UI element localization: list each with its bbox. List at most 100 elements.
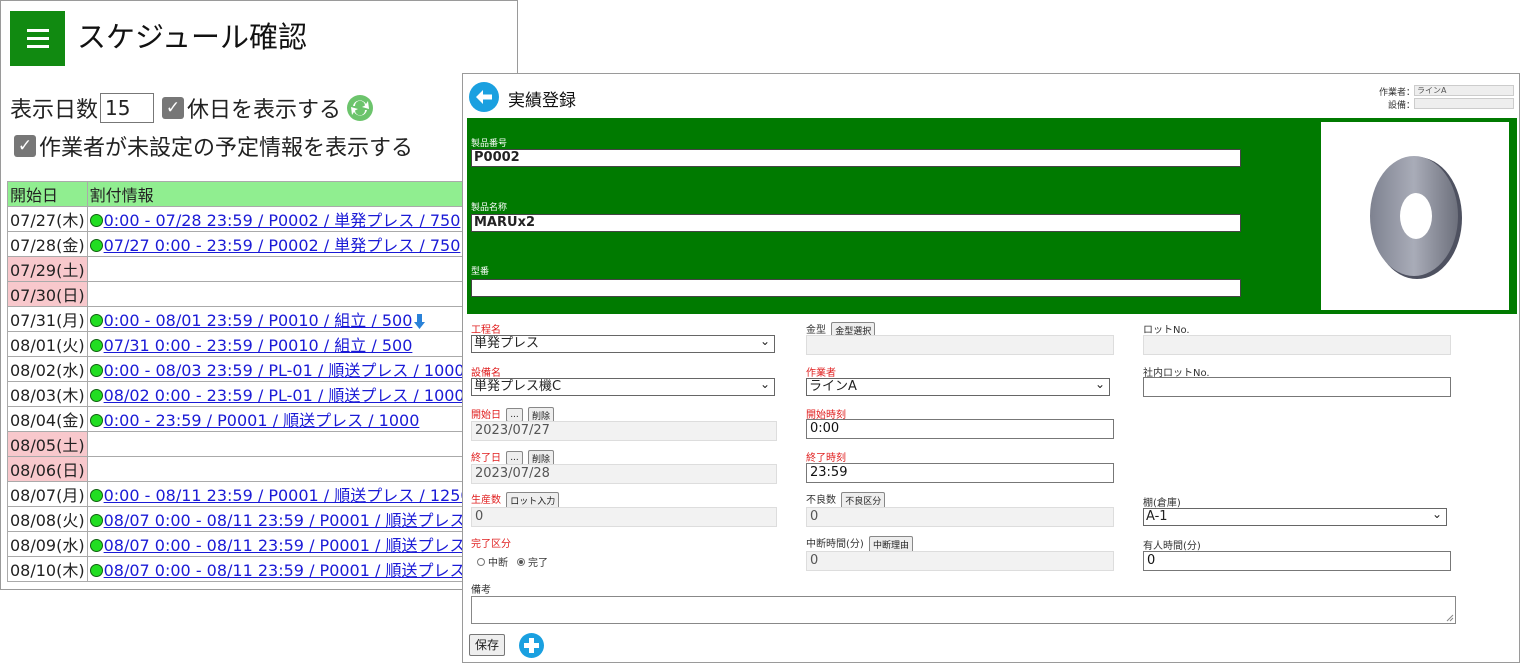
status-dot-icon [89,414,103,427]
product-no-label: 製品番号 [471,139,508,149]
shelf-select[interactable]: A-1 [1143,506,1447,526]
assignment-link[interactable]: 0:00 - 23:59 / P0001 / 順送プレス / 1000 [104,411,420,430]
schedule-table: 開始日 割付情報 07/27(木) 0:00 - 07/28 23:59 / P0… [7,181,517,582]
assignment-link[interactable]: 08/07 0:00 - 08/11 23:59 / P0001 / 順送プレス… [104,561,492,580]
column-header-start-date: 開始日 [7,181,88,207]
table-row: 08/06(日) [7,456,517,482]
end-date-label: 終了日 [471,453,501,464]
operator-select[interactable]: ラインA [806,376,1110,396]
assignment-link[interactable]: 0:00 - 08/01 23:59 / P0010 / 組立 / 500 [104,311,413,330]
show-unassigned-checkbox[interactable]: ✓ [14,135,36,157]
interrupt-radio-label: 中断 [488,558,508,569]
start-date-cell: 08/08(火) [7,506,88,532]
table-row: 08/08(火) 08/07 0:00 - 08/11 23:59 / P0001… [7,506,517,532]
display-options: 表示日数 15 ✓ 休日を表示する [10,91,375,125]
page-title: スケジュール確認 [77,20,307,54]
table-row: 08/05(土) [7,431,517,457]
complete-radio[interactable] [517,557,525,566]
show-holidays-checkbox[interactable]: ✓ [162,97,185,119]
assignment-link[interactable]: 0:00 - 08/11 23:59 / P0001 / 順送プレス / 125… [104,486,471,505]
status-dot-icon [89,214,103,227]
result-title: 実績登録 [508,91,576,111]
assignment-link[interactable]: 0:00 - 07/28 23:59 / P0002 / 単発プレス / 750 [104,211,461,230]
table-row: 07/28(金) 07/27 0:00 - 23:59 / P0002 / 単発プ… [7,231,517,257]
start-time-input[interactable]: 0:00 [806,419,1114,439]
table-row: 08/07(月) 0:00 - 08/11 23:59 / P0001 / 順送プ… [7,481,517,507]
assignment-cell [86,431,517,457]
assignment-cell [86,281,517,307]
schedule-table-body: 07/27(木) 0:00 - 07/28 23:59 / P0002 / 単発プ… [7,206,517,582]
back-arrow-icon[interactable] [469,82,499,112]
end-date-picker-button[interactable]: ... [506,451,523,465]
table-row: 08/09(水) 08/07 0:00 - 08/11 23:59 / P0001… [7,531,517,557]
assignment-link[interactable]: 08/07 0:00 - 08/11 23:59 / P0001 / 順送プレス… [104,536,492,555]
assignment-cell [86,256,517,282]
status-dot-icon [89,364,103,377]
assignment-cell: 0:00 - 23:59 / P0001 / 順送プレス / 1000 [86,406,517,432]
table-row: 08/04(金) 0:00 - 23:59 / P0001 / 順送プレス / 1… [7,406,517,432]
start-date-cell: 08/06(日) [7,456,88,482]
process-select[interactable]: 単発プレス [471,333,775,353]
mold-field [806,335,1114,355]
produced-row: 生産数 ロット入力 [471,491,560,509]
machine-select[interactable]: 単発プレス機C [471,376,775,396]
product-name-field[interactable]: MARUx2 [471,214,1241,232]
remarks-textarea[interactable] [471,596,1456,624]
interrupt-radio[interactable] [477,557,485,566]
days-input[interactable]: 15 [100,93,155,123]
operator-label: 作業者 [806,368,836,379]
status-dot-icon [89,514,103,527]
start-date-cell: 08/09(水) [7,531,88,557]
interrupt-reason-button[interactable]: 中断理由 [869,535,914,553]
produced-field: 0 [471,507,777,527]
defect-category-button[interactable]: 不良区分 [841,491,886,509]
start-date-cell: 08/05(土) [7,431,88,457]
assignment-link[interactable]: 07/31 0:00 - 23:59 / P0010 / 組立 / 500 [104,336,413,355]
status-dot-icon [89,539,103,552]
table-row: 07/31(月) 0:00 - 08/01 23:59 / P0010 / 組立 … [7,306,517,332]
lot-input-button[interactable]: ロット入力 [506,491,560,509]
internal-lot-input[interactable] [1143,377,1451,397]
process-label: 工程名 [471,325,501,336]
resize-handle-icon[interactable] [1446,614,1454,622]
table-row: 07/27(木) 0:00 - 07/28 23:59 / P0002 / 単発プ… [7,206,517,232]
start-date-field: 2023/07/27 [471,421,777,441]
product-no-field[interactable]: P0002 [471,149,1241,167]
hamburger-menu-icon[interactable] [10,11,65,66]
schedule-window: スケジュール確認 表示日数 15 ✓ 休日を表示する ✓ 作業者が未設定の予定情… [0,0,518,590]
start-date-cell: 07/31(月) [7,306,88,332]
add-circle-icon[interactable] [519,633,544,658]
manned-time-label: 有人時間(分) [1143,541,1201,552]
shelf-label: 棚(倉庫) [1143,498,1181,509]
equipment-label: 設備： [1387,101,1415,111]
assignment-cell [86,456,517,482]
model-field[interactable] [471,279,1241,297]
interrupt-time-field: 0 [806,551,1114,571]
table-row: 07/30(日) [7,281,517,307]
save-button[interactable]: 保存 [469,634,505,656]
start-date-picker-button[interactable]: ... [506,408,523,422]
assignment-link[interactable]: 0:00 - 08/03 23:59 / PL-01 / 順送プレス / 100… [104,361,465,380]
assignment-link[interactable]: 07/27 0:00 - 23:59 / P0002 / 単発プレス / 750 [104,236,461,255]
complete-radio-label: 完了 [528,558,548,569]
assignment-cell: 0:00 - 08/11 23:59 / P0001 / 順送プレス / 125… [86,481,517,507]
product-image [1321,122,1509,310]
refresh-icon[interactable] [345,93,375,123]
status-dot-icon [89,314,103,327]
start-date-cell: 08/01(火) [7,331,88,357]
washer-image [1370,156,1462,279]
product-name-label: 製品名称 [471,203,508,213]
table-row: 08/02(水) 0:00 - 08/03 23:59 / PL-01 / 順送プ… [7,356,517,382]
lot-label: ロットNo. [1143,325,1190,336]
worker-display: ラインA [1414,85,1514,96]
start-date-cell: 07/27(木) [7,206,88,232]
status-dot-icon [89,564,103,577]
manned-time-input[interactable]: 0 [1143,551,1451,571]
table-row: 07/29(土) [7,256,517,282]
start-date-cell: 08/10(木) [7,556,88,582]
defect-label: 不良数 [806,495,836,506]
assignment-link[interactable]: 08/07 0:00 - 08/11 23:59 / P0001 / 順送プレス… [104,511,492,530]
end-time-input[interactable]: 23:59 [806,463,1114,483]
assignment-link[interactable]: 08/02 0:00 - 23:59 / PL-01 / 順送プレス / 100… [104,386,465,405]
end-date-field: 2023/07/28 [471,464,777,484]
